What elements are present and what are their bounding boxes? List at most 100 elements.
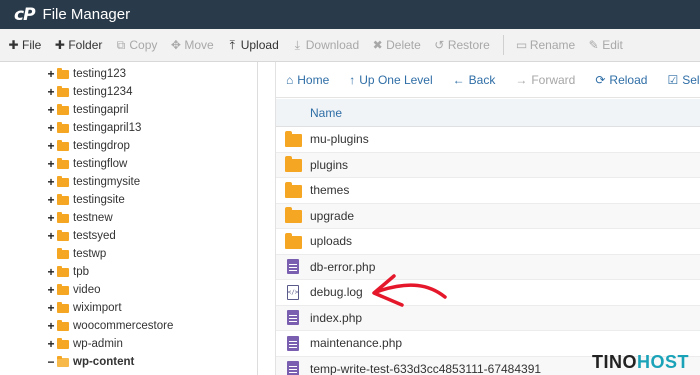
expand-icon[interactable]: + — [46, 157, 56, 171]
download-label: Download — [305, 38, 360, 52]
folder-icon — [57, 337, 69, 349]
tree-item-selected[interactable]: − wp-content — [46, 353, 134, 371]
tree-item[interactable]: testwp — [46, 245, 106, 263]
toolbar: ✚ File ✚ Folder ⧉ Copy ✥ Move ⤒ Upload ⤓… — [0, 29, 700, 62]
folder-icon — [57, 103, 69, 115]
expand-icon[interactable]: + — [46, 301, 56, 315]
upload-label: Upload — [240, 38, 279, 52]
expand-icon[interactable]: + — [46, 103, 56, 117]
file-row[interactable]: index.php — [276, 305, 700, 331]
tree-item-label: tpb — [73, 266, 89, 278]
new-folder-button[interactable]: ✚ Folder — [54, 38, 103, 52]
expand-icon[interactable]: + — [46, 67, 56, 81]
folder-icon — [57, 85, 69, 97]
forward-label: Forward — [531, 72, 576, 87]
file-row[interactable]: plugins — [276, 152, 700, 178]
tree-item[interactable]: + testingapril13 — [46, 119, 141, 137]
file-name: temp-write-test-633d3cc4853111-67484391 — [310, 361, 542, 375]
edit-button[interactable]: ✎ Edit — [588, 38, 623, 52]
file-row[interactable]: mu-plugins — [276, 127, 700, 153]
tree-item-label: testingsite — [73, 194, 125, 206]
move-button[interactable]: ✥ Move — [170, 38, 214, 52]
php-file-icon — [287, 361, 299, 375]
up-one-level-button[interactable]: ↑ Up One Level — [349, 73, 432, 87]
name-column-label: Name — [310, 105, 343, 120]
file-name: themes — [310, 183, 350, 198]
code-file-icon: </> — [287, 284, 299, 300]
file-row[interactable]: db-error.php — [276, 254, 700, 280]
tree-item[interactable]: + testingdrop — [46, 137, 130, 155]
tree-item[interactable]: + wp-admin — [46, 335, 122, 353]
new-file-button[interactable]: ✚ File — [8, 38, 41, 52]
expand-icon[interactable]: + — [46, 139, 56, 153]
open-folder-icon — [57, 355, 69, 367]
expand-icon[interactable]: + — [46, 193, 56, 207]
download-button[interactable]: ⤓ Download — [292, 37, 360, 53]
reload-button[interactable]: ⟳ Reload — [595, 73, 647, 87]
file-name: plugins — [310, 157, 349, 172]
tree-item[interactable]: + testingapril — [46, 101, 128, 119]
restore-button[interactable]: ↺ Restore — [434, 38, 490, 52]
back-button[interactable]: ← Back — [453, 73, 496, 87]
upload-button[interactable]: ⤒ Upload — [227, 38, 279, 53]
tree-item[interactable]: + testingsite — [46, 191, 125, 209]
tree-item-label: testnew — [73, 212, 113, 224]
expand-icon[interactable]: + — [46, 265, 56, 279]
pencil-icon: ✎ — [588, 38, 599, 52]
file-row[interactable]: </> debug.log — [276, 280, 700, 306]
expand-icon[interactable]: + — [46, 211, 56, 225]
folder-icon — [284, 207, 302, 224]
tree-item[interactable]: + testing1234 — [46, 83, 132, 101]
restore-label: Restore — [447, 38, 490, 52]
tree-item-label: woocommercestore — [73, 320, 174, 332]
expand-icon[interactable]: + — [46, 229, 56, 243]
move-icon: ✥ — [170, 38, 181, 52]
tree-item[interactable]: + testing123 — [46, 65, 126, 83]
tree-item-label: video — [73, 284, 101, 296]
tree-item[interactable]: + woocommercestore — [46, 317, 173, 335]
tree-item[interactable]: + wiximport — [46, 299, 121, 317]
title-bar: cP File Manager — [0, 0, 700, 29]
rename-button[interactable]: ▭ Rename — [516, 38, 575, 52]
tree-item-label: testingdrop — [73, 140, 130, 152]
restore-icon: ↺ — [434, 38, 445, 52]
file-name: db-error.php — [310, 259, 376, 274]
php-file-icon — [287, 310, 299, 326]
file-row[interactable]: themes — [276, 178, 700, 204]
checkbox-icon: ☑ — [667, 72, 679, 87]
forward-button[interactable]: → Forward — [515, 73, 575, 87]
file-row[interactable]: upgrade — [276, 203, 700, 229]
cpanel-logo[interactable]: cP — [14, 5, 36, 25]
name-column-header[interactable]: Name — [276, 99, 700, 127]
select-all-button[interactable]: ☑ Sel — [667, 73, 699, 87]
expand-icon[interactable]: + — [46, 337, 56, 351]
file-name: index.php — [310, 310, 363, 325]
collapse-icon[interactable]: − — [46, 355, 56, 369]
reload-icon: ⟳ — [595, 72, 606, 87]
select-all-label: Sel — [682, 72, 700, 87]
delete-button[interactable]: ✖ Delete — [372, 38, 421, 52]
tree-item[interactable]: + testingmysite — [46, 173, 140, 191]
upload-icon: ⤒ — [229, 37, 235, 52]
tree-item[interactable]: + testingflow — [46, 155, 127, 173]
expand-icon[interactable]: + — [46, 283, 56, 297]
tree-item[interactable]: + testsyed — [46, 227, 115, 245]
delete-label: Delete — [386, 38, 421, 52]
expand-icon[interactable]: + — [46, 319, 56, 333]
tree-item[interactable]: + video — [46, 281, 101, 299]
expand-icon[interactable]: + — [46, 85, 56, 99]
tree-item[interactable]: + testnew — [46, 209, 113, 227]
app-title: File Manager — [42, 6, 131, 23]
home-button[interactable]: ⌂ Home — [286, 73, 329, 87]
file-row[interactable]: uploads — [276, 229, 700, 255]
copy-button[interactable]: ⧉ Copy — [115, 38, 158, 53]
tree-item-label: testing1234 — [73, 86, 133, 98]
expand-icon[interactable]: + — [46, 175, 56, 189]
tree-item[interactable]: + tpb — [46, 263, 89, 281]
folder-tree: + testing123 + testing1234 + testingapri… — [0, 62, 258, 375]
expand-icon[interactable]: + — [46, 121, 56, 135]
download-icon: ⤓ — [294, 37, 300, 52]
file-name: maintenance.php — [310, 336, 403, 351]
php-file-icon — [287, 335, 299, 351]
tree-item-label: testingmysite — [73, 176, 141, 188]
